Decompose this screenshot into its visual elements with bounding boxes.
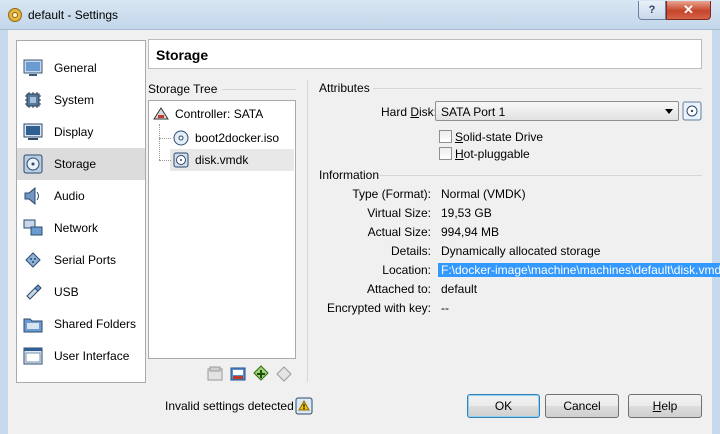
info-virtual-size-value: 19,53 GB — [441, 206, 492, 220]
sidebar-item-audio[interactable]: Audio — [17, 180, 145, 212]
window-frame-left — [0, 30, 8, 434]
sidebar-item-label: General — [54, 61, 97, 75]
sidebar-item-label: Serial Ports — [54, 253, 117, 267]
panel-separator — [307, 80, 308, 382]
speaker-icon — [24, 186, 39, 206]
hard-disk-label: Hard Disk: — [381, 105, 438, 119]
user-interface-icon — [23, 347, 43, 365]
info-details-label: Details: — [390, 244, 431, 258]
hot-pluggable-label: Hot-pluggable — [455, 147, 530, 161]
settings-gear-icon — [8, 8, 22, 22]
warning-icon[interactable] — [295, 397, 313, 415]
group-divider — [380, 175, 702, 176]
help-button[interactable]: Help — [628, 394, 702, 418]
solid-state-drive-label: Solid-state Drive — [455, 130, 544, 144]
sidebar-item-label: Audio — [54, 189, 85, 203]
general-icon — [23, 59, 43, 76]
tree-item-disk-vmdk[interactable]: disk.vmdk — [173, 149, 293, 171]
info-type-value: Normal (VMDK) — [441, 187, 526, 201]
info-location-label: Location: — [382, 263, 431, 277]
hard-disk-select-value: SATA Port 1 — [441, 105, 506, 119]
optical-disc-icon — [173, 130, 189, 146]
tree-item-label: disk.vmdk — [195, 153, 249, 167]
tree-item-label: Controller: SATA — [175, 107, 264, 121]
network-icon — [23, 219, 43, 236]
info-details-value: Dynamically allocated storage — [441, 244, 601, 258]
info-location-value[interactable]: F:\docker-image\machine\machines\default… — [438, 263, 720, 277]
info-attached-to-value: default — [441, 282, 478, 296]
shared-folder-icon — [23, 318, 43, 333]
cancel-button[interactable]: Cancel — [545, 394, 619, 418]
solid-state-drive-checkbox[interactable] — [439, 130, 452, 143]
sidebar-item-serial-ports[interactable]: Serial Ports — [17, 244, 145, 276]
info-attached-to-label: Attached to: — [366, 282, 431, 296]
window-help-button[interactable]: ? — [638, 1, 666, 20]
remove-attachment-icon[interactable] — [275, 365, 293, 383]
tree-connector — [159, 124, 160, 160]
remove-controller-icon[interactable] — [229, 365, 247, 383]
title-bar: default - Settings ? ✕ — [0, 0, 720, 30]
sidebar-item-label: Display — [54, 125, 94, 139]
chevron-down-icon — [665, 109, 673, 114]
ok-button[interactable]: OK — [467, 394, 540, 418]
add-attachment-icon[interactable] — [252, 365, 270, 383]
settings-category-list: General System Display Storage Audio Net… — [16, 40, 146, 383]
choose-disk-file-button[interactable] — [682, 101, 702, 121]
sidebar-item-display[interactable]: Display — [17, 116, 145, 148]
group-divider — [222, 89, 296, 90]
sidebar-item-label: Shared Folders — [54, 317, 137, 331]
attributes-label: Attributes — [319, 81, 370, 95]
sidebar-item-storage[interactable]: Storage — [17, 148, 145, 180]
hard-disk-icon — [173, 152, 189, 168]
page-title-box: Storage — [148, 39, 702, 69]
sata-controller-icon — [153, 107, 169, 120]
sidebar-item-system[interactable]: System — [17, 84, 145, 116]
hard-disk-select[interactable]: SATA Port 1 — [435, 101, 679, 121]
sidebar-item-label: Storage — [54, 157, 97, 171]
tree-item-label: boot2docker.iso — [195, 131, 280, 145]
usb-icon — [26, 284, 42, 300]
info-type-label: Type (Format): — [352, 187, 431, 201]
tree-connector — [159, 138, 171, 139]
hot-pluggable-checkbox[interactable] — [439, 147, 452, 160]
sidebar-item-user-interface[interactable]: User Interface — [17, 340, 145, 372]
storage-tree[interactable]: Controller: SATA boot2docker.iso disk.vm… — [148, 100, 296, 359]
info-virtual-size-label: Virtual Size: — [367, 206, 431, 220]
tree-connector — [159, 160, 171, 161]
sidebar-item-label: Network — [54, 221, 99, 235]
window-frame-right — [712, 30, 720, 434]
system-chip-icon — [25, 92, 41, 108]
tree-item-controller[interactable]: Controller: SATA — [153, 103, 293, 125]
invalid-settings-text: Invalid settings detected — [165, 399, 294, 413]
add-controller-icon[interactable] — [206, 365, 224, 383]
sidebar-item-shared-folders[interactable]: Shared Folders — [17, 308, 145, 340]
info-actual-size-label: Actual Size: — [367, 225, 431, 239]
storage-disk-icon — [23, 154, 43, 174]
window-title: default - Settings — [28, 8, 119, 22]
dialog-client-area: General System Display Storage Audio Net… — [8, 30, 720, 434]
serial-port-icon — [25, 252, 41, 268]
information-label: Information — [319, 168, 380, 182]
group-divider — [373, 88, 702, 89]
tree-item-boot2docker-iso[interactable]: boot2docker.iso — [173, 127, 293, 149]
info-encrypted-value: -- — [441, 301, 449, 315]
window-close-button[interactable]: ✕ — [666, 1, 711, 20]
sidebar-item-label: System — [54, 93, 95, 107]
storage-tree-label: Storage Tree — [148, 82, 218, 96]
sidebar-item-label: User Interface — [54, 349, 130, 363]
info-encrypted-label: Encrypted with key: — [326, 301, 431, 315]
info-actual-size-value: 994,94 MB — [441, 225, 500, 239]
sidebar-item-general[interactable]: General — [17, 52, 145, 84]
sidebar-item-usb[interactable]: USB — [17, 276, 145, 308]
page-title: Storage — [156, 47, 209, 63]
sidebar-item-network[interactable]: Network — [17, 212, 145, 244]
display-monitor-icon — [23, 123, 43, 140]
sidebar-item-label: USB — [54, 285, 79, 299]
